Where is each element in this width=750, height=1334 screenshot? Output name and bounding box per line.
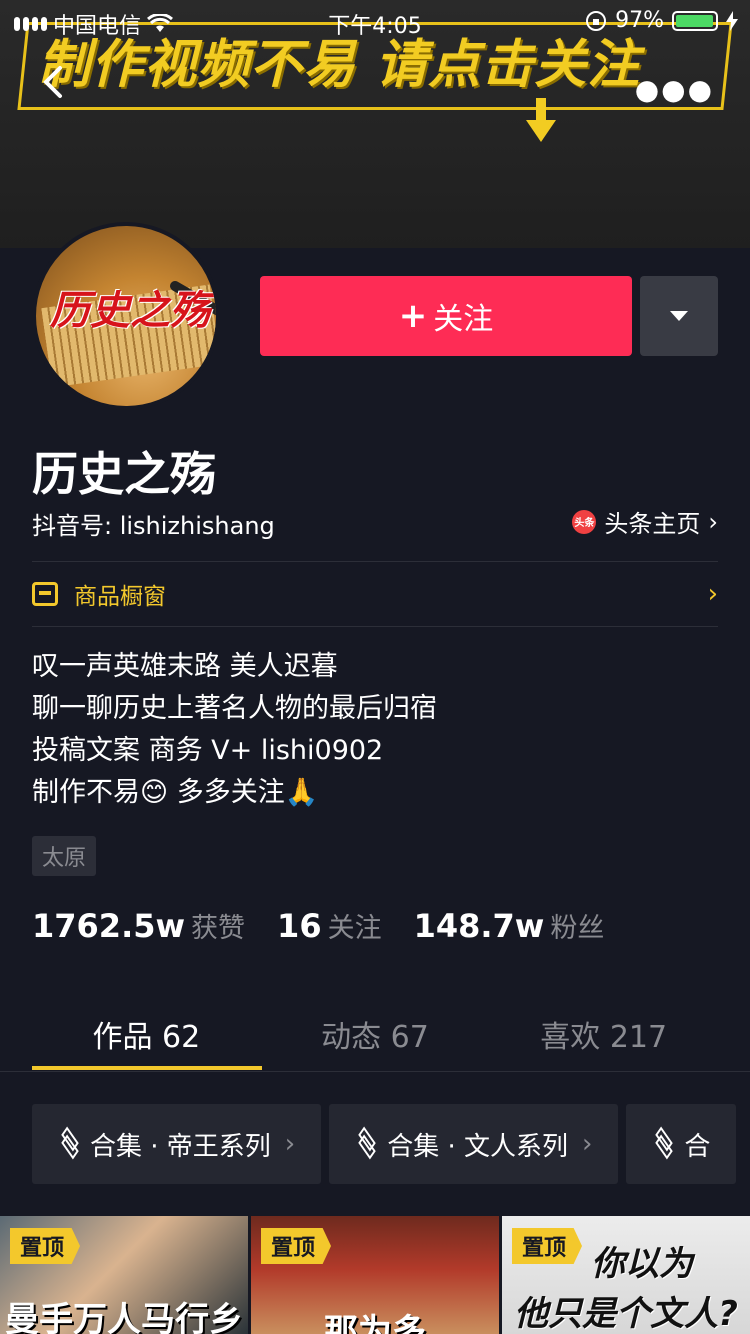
shop-window-row[interactable]: 商品橱窗 › bbox=[32, 562, 718, 626]
likes-stat: 1762.5w 获赞 bbox=[32, 906, 245, 945]
following-count: 16 bbox=[277, 907, 322, 945]
avatar-logo-text: 历史之殇 bbox=[50, 288, 210, 334]
video-caption: 那为多 bbox=[324, 1312, 426, 1334]
more-icon[interactable]: ●●● bbox=[635, 76, 714, 104]
profile-name: 历史之殇 bbox=[32, 447, 216, 501]
layers-icon bbox=[58, 1126, 82, 1160]
chevron-right-icon: › bbox=[284, 1129, 296, 1159]
likes-label: 获赞 bbox=[191, 913, 246, 944]
battery-icon bbox=[672, 10, 718, 31]
collection-label: 合集 · 文人系列 bbox=[387, 1131, 568, 1162]
toutiao-label: 头条主页 bbox=[604, 510, 701, 538]
toutiao-homepage-link[interactable]: 头条 头条主页 › bbox=[572, 504, 718, 539]
layers-icon bbox=[652, 1126, 676, 1160]
bio-line: 制作不易😊 多多关注🙏 bbox=[32, 777, 319, 808]
divider bbox=[0, 1071, 750, 1072]
pinned-badge: 置顶 bbox=[10, 1228, 81, 1264]
following-stat[interactable]: 16 关注 bbox=[277, 906, 382, 945]
shop-icon bbox=[32, 582, 58, 606]
orientation-lock-icon bbox=[586, 10, 607, 31]
stats-row: 1762.5w 获赞 16 关注 148.7w 粉丝 bbox=[32, 906, 604, 945]
fans-label: 粉丝 bbox=[550, 913, 605, 944]
bio-line: 聊一聊历史上著名人物的最后归宿 bbox=[32, 693, 437, 724]
bio-line: 投稿文案 商务 V+ lishi0902 bbox=[32, 735, 384, 766]
layers-icon bbox=[355, 1126, 379, 1160]
battery-percent: 97% bbox=[615, 8, 664, 33]
tab-works[interactable]: 作品 62 bbox=[32, 1000, 261, 1072]
collection-item[interactable]: 合 bbox=[626, 1104, 737, 1184]
back-icon[interactable] bbox=[36, 62, 70, 102]
plus-icon: + bbox=[398, 296, 428, 336]
collection-item[interactable]: 合集 · 文人系列 › bbox=[329, 1104, 619, 1184]
chevron-right-icon: › bbox=[708, 507, 718, 536]
douyin-id: 抖音号: lishizhishang bbox=[32, 512, 275, 540]
video-grid: 置顶 曼手万人马行乡 置顶 那为多 置顶 你以为 他只是个文人? bbox=[0, 1216, 750, 1334]
likes-count: 1762.5w bbox=[32, 907, 186, 945]
collections-row: 合集 · 帝王系列 › 合集 · 文人系列 › 合 bbox=[32, 1104, 737, 1184]
follow-button[interactable]: + 关注 bbox=[260, 276, 632, 356]
divider bbox=[32, 626, 718, 627]
following-label: 关注 bbox=[327, 913, 382, 944]
shop-label: 商品橱窗 bbox=[74, 584, 166, 610]
charging-icon bbox=[726, 10, 738, 31]
bio-line: 叹一声英雄末路 美人迟暮 bbox=[32, 651, 338, 682]
status-bar: 中国电信 下午4:05 97% bbox=[0, 0, 750, 40]
video-caption: 曼手万人马行乡 bbox=[5, 1300, 243, 1334]
bio: 叹一声英雄末路 美人迟暮 聊一聊历史上著名人物的最后归宿 投稿文案 商务 V+ … bbox=[32, 646, 437, 814]
fans-stat[interactable]: 148.7w 粉丝 bbox=[414, 906, 605, 945]
content-tabs: 作品 62 动态 67 喜欢 217 bbox=[32, 1000, 718, 1072]
chevron-right-icon: › bbox=[707, 579, 718, 609]
caret-down-icon bbox=[670, 311, 688, 321]
video-caption: 他只是个文人? bbox=[514, 1294, 738, 1334]
video-thumbnail[interactable]: 置顶 曼手万人马行乡 bbox=[0, 1216, 248, 1334]
video-caption: 你以为 bbox=[591, 1244, 693, 1284]
tab-dynamics[interactable]: 动态 67 bbox=[261, 1000, 490, 1072]
tab-likes[interactable]: 喜欢 217 bbox=[489, 1000, 718, 1072]
video-thumbnail[interactable]: 置顶 那为多 bbox=[251, 1216, 499, 1334]
avatar[interactable]: 历史之殇 bbox=[32, 222, 220, 410]
down-arrow-icon bbox=[526, 98, 556, 148]
pinned-badge: 置顶 bbox=[261, 1228, 332, 1264]
collection-label: 合 bbox=[684, 1131, 711, 1162]
fans-count: 148.7w bbox=[413, 907, 545, 945]
video-thumbnail[interactable]: 置顶 你以为 他只是个文人? bbox=[502, 1216, 750, 1334]
recommend-dropdown-button[interactable] bbox=[640, 276, 718, 356]
location-tag: 太原 bbox=[32, 836, 97, 876]
follow-label: 关注 bbox=[433, 302, 494, 337]
active-tab-indicator bbox=[32, 1066, 262, 1070]
chevron-right-icon: › bbox=[582, 1129, 593, 1159]
toutiao-icon: 头条 bbox=[572, 509, 597, 534]
collection-item[interactable]: 合集 · 帝王系列 › bbox=[32, 1104, 322, 1184]
collection-label: 合集 · 帝王系列 bbox=[90, 1131, 271, 1162]
